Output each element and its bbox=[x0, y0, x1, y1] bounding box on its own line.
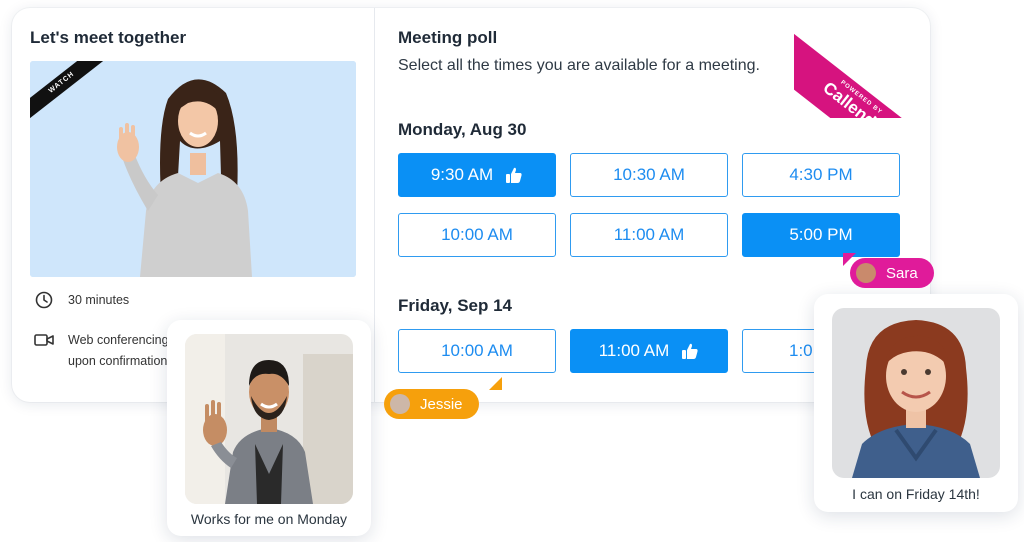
time-slot-button[interactable]: 4:30 PM bbox=[742, 153, 900, 197]
participant-name: Jessie bbox=[420, 395, 463, 413]
duration-row: 30 minutes bbox=[34, 290, 129, 311]
powered-by-badge[interactable]: POWERED BY Callendo bbox=[794, 8, 930, 118]
conferencing-row: Web conferencing upon confirmation bbox=[34, 330, 169, 372]
poll-subtitle: Select all the times you are available f… bbox=[398, 57, 760, 74]
brand-logo: Callendo bbox=[819, 77, 888, 118]
duration-text: 30 minutes bbox=[68, 293, 130, 307]
participant-photo bbox=[832, 308, 1000, 478]
time-slot-label: 10:00 AM bbox=[441, 225, 513, 244]
time-slot-button[interactable]: 10:00 AM bbox=[398, 329, 556, 373]
participant-comment: Works for me on Monday bbox=[190, 511, 348, 527]
scheduling-card: Let's meet together WATCH 30 minutes Web… bbox=[12, 8, 930, 402]
panel-divider bbox=[374, 8, 375, 402]
avatar bbox=[856, 263, 876, 283]
participant-tag-jessie: Jessie bbox=[384, 389, 479, 419]
time-slot-button[interactable]: 10:30 AM bbox=[570, 153, 728, 197]
participant-name: Sara bbox=[886, 264, 918, 282]
conferencing-text-line1: Web conferencing bbox=[68, 333, 169, 347]
intro-video[interactable]: WATCH bbox=[30, 61, 356, 277]
thumbs-up-icon bbox=[682, 343, 698, 359]
time-slot-label: 9:30 AM bbox=[430, 165, 494, 184]
time-slot-button[interactable]: 5:00 PM bbox=[742, 213, 900, 257]
time-slot-label: 1:0 bbox=[789, 341, 813, 360]
participant-tag-sara: Sara bbox=[850, 258, 934, 288]
thumbs-up-icon bbox=[506, 167, 522, 183]
participant-photo bbox=[185, 334, 353, 504]
event-title: Let's meet together bbox=[30, 28, 187, 47]
video-camera-icon bbox=[34, 330, 54, 350]
time-slot-button[interactable]: 9:30 AM bbox=[398, 153, 556, 197]
time-slot-button[interactable]: 11:00 AM bbox=[570, 329, 728, 373]
participant-card-sara: I can on Friday 14th! bbox=[814, 294, 1018, 512]
conferencing-text-line2: upon confirmation bbox=[68, 354, 168, 368]
day-label-friday: Friday, Sep 14 bbox=[398, 296, 513, 315]
time-slot-label: 11:00 AM bbox=[613, 225, 685, 244]
participant-card-jessie: Works for me on Monday bbox=[167, 320, 371, 536]
time-slot-label: 5:00 PM bbox=[789, 225, 853, 244]
time-slot-label: 4:30 PM bbox=[789, 165, 853, 184]
clock-icon bbox=[34, 290, 54, 310]
avatar bbox=[390, 394, 410, 414]
host-photo bbox=[30, 61, 356, 277]
time-slot-button[interactable]: 10:00 AM bbox=[398, 213, 556, 257]
time-slot-label: 10:00 AM bbox=[441, 341, 513, 360]
day-label-monday: Monday, Aug 30 bbox=[398, 120, 527, 139]
participant-comment: I can on Friday 14th! bbox=[852, 486, 980, 502]
time-slot-label: 10:30 AM bbox=[613, 165, 685, 184]
cursor-pointer-icon bbox=[489, 377, 502, 390]
time-slot-label: 11:00 AM bbox=[598, 341, 670, 360]
time-slot-button[interactable]: 11:00 AM bbox=[570, 213, 728, 257]
poll-title: Meeting poll bbox=[398, 28, 498, 47]
